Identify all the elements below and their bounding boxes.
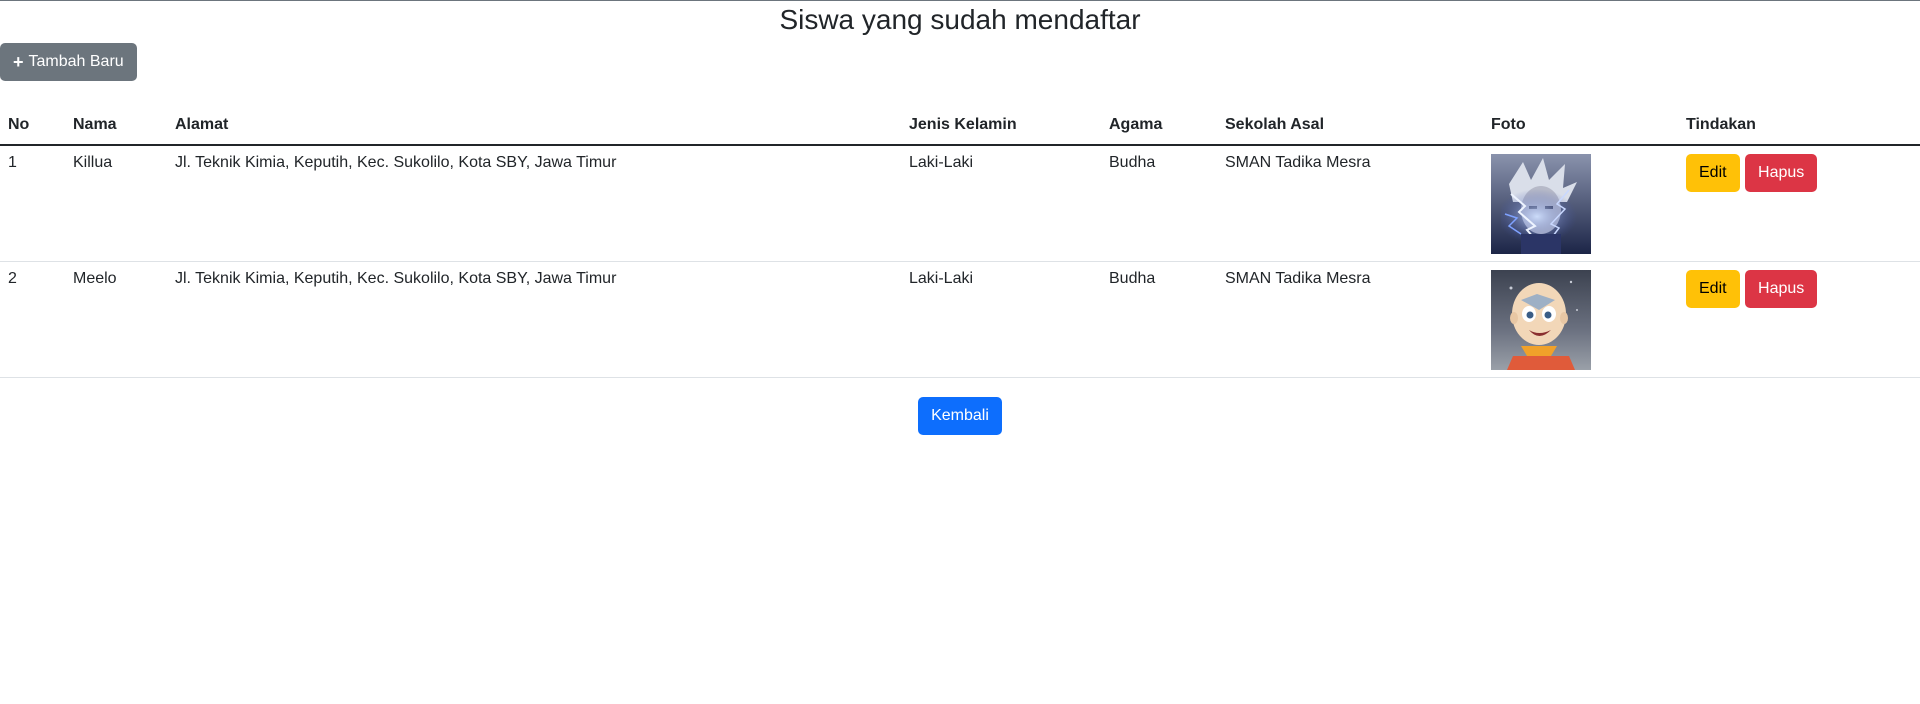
cell-actions: Edit Hapus: [1678, 145, 1920, 262]
cell-agama: Budha: [1101, 261, 1217, 378]
student-photo-killua: [1491, 154, 1591, 254]
table-row: 2 Meelo Jl. Teknik Kimia, Keputih, Kec. …: [0, 261, 1920, 378]
cell-jenis-kelamin: Laki-Laki: [901, 261, 1101, 378]
column-header-tindakan: Tindakan: [1678, 106, 1920, 146]
cell-alamat: Jl. Teknik Kimia, Keputih, Kec. Sukolilo…: [167, 261, 901, 378]
column-header-no: No: [0, 106, 65, 146]
add-new-label: Tambah Baru: [28, 53, 124, 70]
cell-no: 2: [0, 261, 65, 378]
student-photo-meelo: [1491, 269, 1591, 370]
cell-jenis-kelamin: Laki-Laki: [901, 145, 1101, 262]
cell-sekolah-asal: SMAN Tadika Mesra: [1217, 261, 1483, 378]
cell-no: 1: [0, 145, 65, 262]
cell-foto: [1483, 145, 1678, 262]
delete-button[interactable]: Hapus: [1745, 269, 1818, 308]
cell-foto: [1483, 261, 1678, 378]
students-table: No Nama Alamat Jenis Kelamin Agama Sekol…: [0, 106, 1920, 378]
column-header-nama: Nama: [65, 106, 167, 146]
footer-actions: Kembali: [0, 397, 1920, 435]
page-title: Siswa yang sudah mendaftar: [779, 4, 1141, 35]
cell-actions: Edit Hapus: [1678, 261, 1920, 378]
cell-sekolah-asal: SMAN Tadika Mesra: [1217, 145, 1483, 262]
edit-button[interactable]: Edit: [1686, 154, 1740, 192]
delete-button[interactable]: Hapus: [1745, 154, 1818, 192]
add-new-button[interactable]: + Tambah Baru: [0, 43, 137, 81]
back-button[interactable]: Kembali: [918, 397, 1002, 435]
table-row: 1 Killua Jl. Teknik Kimia, Keputih, Kec.…: [0, 145, 1920, 262]
cell-nama: Meelo: [65, 261, 167, 378]
cell-nama: Killua: [65, 145, 167, 262]
cell-alamat: Jl. Teknik Kimia, Keputih, Kec. Sukolilo…: [167, 145, 901, 262]
plus-icon: +: [13, 52, 24, 72]
column-header-jenis-kelamin: Jenis Kelamin: [901, 106, 1101, 146]
column-header-agama: Agama: [1101, 106, 1217, 146]
column-header-alamat: Alamat: [167, 106, 901, 146]
column-header-foto: Foto: [1483, 106, 1678, 146]
column-header-sekolah-asal: Sekolah Asal: [1217, 106, 1483, 146]
cell-agama: Budha: [1101, 145, 1217, 262]
top-border-line: [0, 0, 1920, 1]
table-header-row: No Nama Alamat Jenis Kelamin Agama Sekol…: [0, 106, 1920, 146]
edit-button[interactable]: Edit: [1686, 269, 1740, 308]
